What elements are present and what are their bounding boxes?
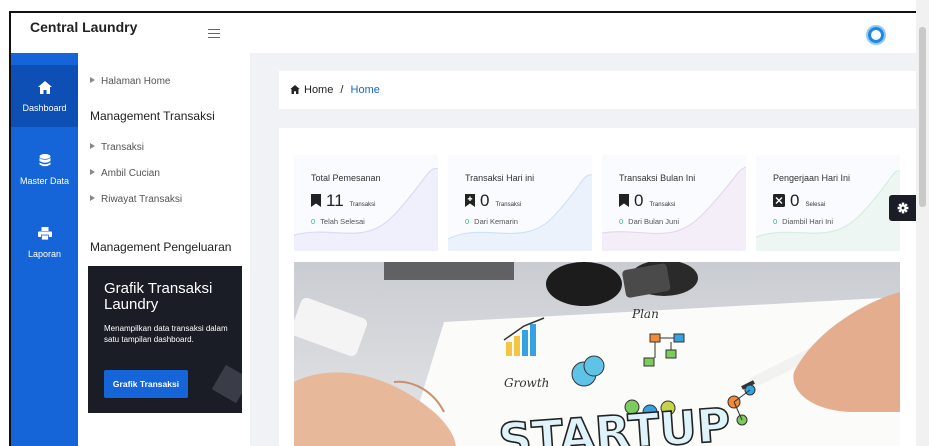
stat-footer-count: 0: [619, 217, 624, 226]
bookmark-plus-icon: [465, 194, 475, 207]
stat-title: Transaksi Bulan Ini: [619, 173, 696, 183]
stat-footer: 0 Diambil Hari Ini: [773, 217, 833, 226]
checkbox-x-icon: [773, 194, 785, 207]
nav-label: Laporan: [27, 249, 62, 259]
hero-word-plan: Plan: [631, 307, 659, 321]
promo-card: Grafik Transaksi Laundry Menampilkan dat…: [88, 266, 242, 413]
nav-laporan[interactable]: Laporan: [11, 211, 78, 273]
stat-footer: 0 Dari Bulan Juni: [619, 217, 679, 226]
breadcrumb-bar: Home / Home: [279, 71, 917, 109]
top-bar: Central Laundry: [11, 13, 926, 53]
nav-master-data[interactable]: Master Data: [11, 138, 78, 200]
nav-label: Master Data: [19, 176, 70, 186]
submenu-link-home[interactable]: Halaman Home: [90, 76, 170, 87]
submenu-section-pengeluaran: Management Pengeluaran: [90, 240, 232, 254]
chevron-right-icon: [90, 143, 95, 149]
app-window: Central Laundry Dashboard Master Data La…: [9, 11, 926, 446]
hamburger-menu-icon[interactable]: [208, 29, 220, 38]
chevron-right-icon: [90, 195, 95, 201]
stat-value: 0: [634, 191, 644, 210]
settings-toggle[interactable]: [889, 195, 917, 221]
stat-footer-count: 0: [773, 217, 778, 226]
breadcrumb-root[interactable]: Home: [304, 84, 333, 96]
stat-value: 0: [790, 191, 800, 210]
submenu-link-ambil-cucian[interactable]: Ambil Cucian: [90, 168, 160, 179]
stat-unit: Transaksi: [495, 202, 522, 208]
page-scrollbar[interactable]: [916, 0, 929, 446]
submenu-link-label: Riwayat Transaksi: [101, 194, 183, 205]
scrollbar-thumb[interactable]: [919, 27, 926, 207]
stat-footer-text: Telah Selesai: [320, 217, 365, 226]
stat-footer-count: 0: [311, 217, 316, 226]
stat-unit: Transaksi: [349, 202, 376, 208]
submenu-link-label: Transaksi: [101, 142, 144, 153]
bookmark-icon: [311, 194, 321, 207]
nav-label: Dashboard: [22, 103, 67, 113]
breadcrumb-current: Home: [350, 84, 380, 96]
stat-card-total-pemesanan: Total Pemesanan 11 Transaksi 0 Telah Seles…: [294, 155, 438, 251]
gear-icon: [897, 202, 909, 214]
grafik-transaksi-button[interactable]: Grafik Transaksi: [104, 370, 188, 398]
promo-decoration: [211, 364, 242, 404]
nav-dashboard[interactable]: Dashboard: [11, 65, 78, 127]
printer-icon: [37, 227, 52, 240]
startup-illustration: Growth Plan STARTUP: [294, 262, 900, 446]
stat-footer-text: Dari Kemarin: [474, 217, 518, 226]
promo-text: Menampilkan data transaksi dalam satu ta…: [104, 324, 228, 344]
submenu-link-riwayat[interactable]: Riwayat Transaksi: [90, 194, 182, 205]
stat-value: 0: [480, 191, 490, 210]
stat-card-transaksi-bulan-ini: Transaksi Bulan Ini 0 Transaksi 0 Dari Bul…: [602, 155, 746, 251]
icon-sidebar: Dashboard Master Data Laporan: [11, 53, 78, 446]
submenu-link-transaksi[interactable]: Transaksi: [90, 142, 144, 153]
stat-value-row: 11 Transaksi: [311, 191, 375, 211]
stat-title: Total Pemesanan: [311, 173, 381, 183]
submenu-link-label: Ambil Cucian: [101, 168, 160, 179]
submenu-link-label: Halaman Home: [101, 76, 171, 87]
stat-footer-text: Diambil Hari Ini: [782, 217, 834, 226]
hero-image-startup: Growth Plan STARTUP: [294, 262, 900, 446]
breadcrumb-separator: /: [340, 84, 344, 96]
stat-footer: 0 Dari Kemarin: [465, 217, 518, 226]
stat-value: 11: [326, 191, 344, 210]
user-avatar[interactable]: [866, 25, 886, 45]
stat-footer: 0 Telah Selesai: [311, 217, 365, 226]
stat-title: Transaksi Hari ini: [465, 173, 535, 183]
home-icon: [290, 85, 300, 94]
chevron-right-icon: [90, 169, 95, 175]
stat-card-pengerjaan-hari-ini: Pengerjaan Hari Ini 0 Selesai 0 Diambil Ha…: [756, 155, 900, 251]
stat-footer-count: 0: [465, 217, 470, 226]
stat-unit: Transaksi: [649, 202, 676, 208]
database-icon: [39, 154, 50, 167]
chevron-right-icon: [90, 77, 95, 83]
bookmark-icon: [619, 194, 629, 207]
submenu-panel: Halaman Home Management Transaksi Transa…: [78, 53, 250, 446]
stat-value-row: 0 Selesai: [773, 191, 825, 211]
brand-title: Central Laundry: [30, 19, 138, 35]
stat-value-row: 0 Transaksi: [465, 191, 521, 211]
stat-value-row: 0 Transaksi: [619, 191, 675, 211]
stat-unit: Selesai: [805, 202, 826, 208]
stat-title: Pengerjaan Hari Ini: [773, 173, 851, 183]
stat-card-transaksi-hari-ini: Transaksi Hari ini 0 Transaksi 0 Dari Kema…: [448, 155, 592, 251]
hero-word-growth: Growth: [504, 376, 549, 390]
breadcrumb: Home / Home: [290, 84, 380, 96]
dashboard-card: Total Pemesanan 11 Transaksi 0 Telah Seles…: [279, 128, 917, 446]
stat-footer-text: Dari Bulan Juni: [628, 217, 680, 226]
promo-title: Grafik Transaksi Laundry: [104, 280, 213, 313]
submenu-section-transaksi: Management Transaksi: [90, 109, 215, 123]
home-icon: [37, 81, 52, 94]
